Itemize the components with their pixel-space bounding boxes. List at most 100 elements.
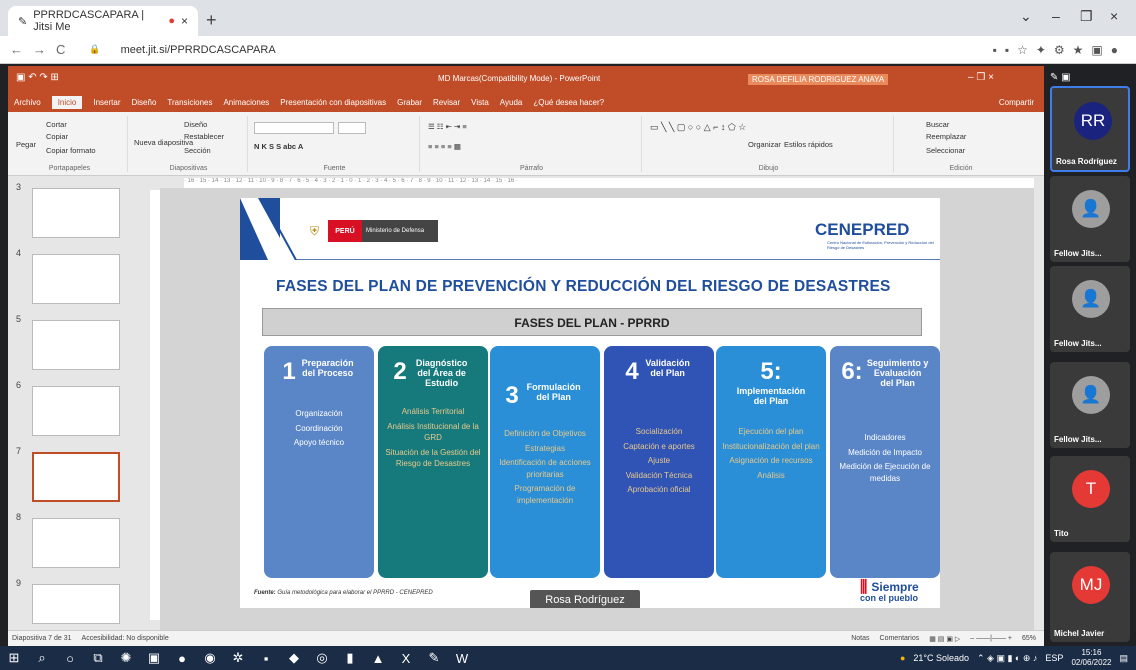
excel-icon[interactable]: X bbox=[392, 651, 420, 666]
app-icon[interactable]: ✲ bbox=[224, 650, 252, 666]
nav-arrows-icon[interactable]: ←→C bbox=[10, 42, 75, 57]
tab-archivo[interactable]: Archivo bbox=[14, 98, 41, 107]
notes-button[interactable]: Notas bbox=[851, 635, 869, 642]
word-icon[interactable]: W bbox=[448, 651, 476, 666]
file-icon[interactable]: ▮ bbox=[336, 650, 364, 666]
slide-thumbnail[interactable] bbox=[32, 584, 120, 624]
copy-button[interactable]: Copiar bbox=[46, 132, 68, 141]
find-button[interactable]: Buscar bbox=[926, 120, 949, 129]
cortana-icon[interactable]: ○ bbox=[56, 651, 84, 666]
group-font: N K S S abc A Fuente bbox=[250, 116, 420, 172]
quick-styles-button[interactable]: Estilos rápidos bbox=[784, 140, 833, 149]
reset-button[interactable]: Restablecer bbox=[184, 132, 224, 141]
tab-presentacion[interactable]: Presentación con diapositivas bbox=[280, 98, 386, 107]
replace-button[interactable]: Reemplazar bbox=[926, 132, 966, 141]
slide-thumbnail-selected[interactable] bbox=[32, 452, 120, 502]
chevron-down-icon[interactable]: ⌄ bbox=[1020, 8, 1032, 25]
close-window-button[interactable]: × bbox=[1110, 8, 1118, 24]
phase-item: Análisis Territorial bbox=[401, 407, 465, 416]
app-icon[interactable]: ▣ bbox=[140, 650, 168, 666]
accessibility-status[interactable]: Accesibilidad: No disponible bbox=[82, 635, 169, 642]
new-tab-button[interactable]: + bbox=[206, 10, 217, 31]
comments-button[interactable]: Comentarios bbox=[880, 635, 920, 642]
thumb-number: 6 bbox=[16, 380, 22, 390]
tab-transiciones[interactable]: Transiciones bbox=[167, 98, 212, 107]
ppt-window-controls[interactable]: – ❐ × bbox=[968, 72, 994, 83]
cut-button[interactable]: Cortar bbox=[46, 120, 67, 129]
slide-thumbnail[interactable] bbox=[32, 320, 120, 370]
search-icon[interactable]: ⌕ bbox=[28, 650, 56, 666]
start-icon[interactable]: ⊞ bbox=[0, 650, 28, 666]
url-field[interactable]: meet.jit.si/PPRRDCASCAPARA bbox=[121, 44, 276, 56]
app-icon[interactable]: ◆ bbox=[280, 650, 308, 666]
participant-tile[interactable]: MJ Michel Javier bbox=[1050, 552, 1130, 642]
browser-tabbar: ✎ PPRRDCASCAPARA | Jitsi Me ● × + ⌄ – ❐ … bbox=[0, 0, 1136, 36]
app-icon[interactable]: ✎ bbox=[420, 650, 448, 666]
notifications-icon[interactable]: ▤ bbox=[1119, 653, 1128, 664]
shapes-gallery[interactable]: ▭ ╲ ╲ ▢ ○ ○ △ ⌐ ↕ ⬠ ☆ bbox=[650, 122, 746, 133]
group-editing: Buscar Reemplazar Seleccionar Edición bbox=[896, 116, 1026, 172]
zoom-level[interactable]: 65% bbox=[1022, 635, 1036, 642]
slide-thumbnail[interactable] bbox=[32, 518, 120, 568]
view-icons[interactable]: ▦ ▤ ▣ ▷ bbox=[929, 635, 960, 643]
participant-tile[interactable]: T Tito bbox=[1050, 456, 1130, 542]
group-label: Dibujo bbox=[758, 165, 779, 172]
tab-vista[interactable]: Vista bbox=[471, 98, 489, 107]
slide-thumbnail[interactable] bbox=[32, 254, 120, 304]
source-label: Fuente: bbox=[254, 590, 276, 596]
quick-access-icons[interactable]: ▣ ↶ ↷ ⊞ bbox=[16, 72, 59, 83]
align-icons[interactable]: ≡ ≡ ≡ ≡ ▦ bbox=[428, 142, 461, 151]
layout-button[interactable]: Diseño bbox=[184, 120, 207, 129]
arrange-button[interactable]: Organizar bbox=[748, 140, 781, 149]
minimize-button[interactable]: – bbox=[1052, 8, 1060, 24]
cenepred-name: CENEPRED bbox=[815, 220, 910, 239]
format-painter-button[interactable]: Copiar formato bbox=[46, 146, 96, 155]
slide-thumbnail[interactable] bbox=[32, 386, 120, 436]
task-view-icon[interactable]: ⧉ bbox=[84, 650, 112, 666]
share-button[interactable]: Compartir bbox=[999, 98, 1034, 107]
app-icon[interactable]: ▪ bbox=[252, 651, 280, 666]
pdf-icon[interactable]: ▲ bbox=[364, 651, 392, 666]
tab-revisar[interactable]: Revisar bbox=[433, 98, 460, 107]
app-icon[interactable]: ◎ bbox=[308, 650, 336, 666]
weather-text[interactable]: 21°C Soleado bbox=[913, 653, 969, 663]
phase-item: Identificación de acciones prioritarias bbox=[499, 458, 591, 479]
tab-close-icon[interactable]: × bbox=[181, 14, 188, 28]
tab-grabar[interactable]: Grabar bbox=[397, 98, 422, 107]
firefox-icon[interactable]: ● bbox=[168, 651, 196, 666]
tab-insertar[interactable]: Insertar bbox=[93, 98, 120, 107]
clock[interactable]: 15:16 02/06/2022 bbox=[1071, 648, 1111, 668]
extensions-icons[interactable]: ▪▪☆✦⚙★▣● bbox=[993, 43, 1126, 57]
pin-icon[interactable]: ✎ ▣ bbox=[1050, 72, 1071, 83]
ppt-titlebar: ▣ ↶ ↷ ⊞ MD Marcas(Compatibility Mode) - … bbox=[8, 66, 1044, 92]
section-button[interactable]: Sección bbox=[184, 146, 211, 155]
thumb-number: 5 bbox=[16, 314, 22, 324]
participant-tile[interactable]: 👤 Fellow Jits... bbox=[1050, 362, 1130, 448]
tab-inicio[interactable]: Inicio bbox=[51, 95, 83, 109]
chrome-icon[interactable]: ◉ bbox=[196, 650, 224, 666]
browser-tab[interactable]: ✎ PPRRDCASCAPARA | Jitsi Me ● × bbox=[8, 6, 198, 36]
participant-tile[interactable]: 👤 Fellow Jits... bbox=[1050, 266, 1130, 352]
tab-animaciones[interactable]: Animaciones bbox=[223, 98, 269, 107]
siempre-text: Siempre bbox=[871, 580, 919, 594]
language-indicator[interactable]: ESP bbox=[1045, 653, 1063, 663]
tray-icons[interactable]: ⌃ ◈ ▣ ▮ ◐ ⊕ ♪ bbox=[977, 653, 1037, 664]
paste-button[interactable]: Pegar bbox=[16, 140, 36, 149]
list-icons[interactable]: ☰ ☷ ⇤ ⇥ ≡ bbox=[428, 122, 467, 131]
font-format-icons[interactable]: N K S S abc A bbox=[254, 142, 303, 151]
participant-tile[interactable]: RR Rosa Rodríguez bbox=[1050, 86, 1130, 172]
tab-diseno[interactable]: Diseño bbox=[132, 98, 157, 107]
phase-card-4: 4 Validación del Plan Socialización Capta… bbox=[604, 346, 714, 578]
font-name-select[interactable] bbox=[254, 122, 334, 134]
tab-ayuda[interactable]: Ayuda bbox=[500, 98, 523, 107]
slide[interactable]: ⛨ PERÚ Ministerio de Defensa CENEPRED Ce… bbox=[240, 198, 940, 608]
app-icon[interactable]: ✺ bbox=[112, 650, 140, 666]
slide-thumbnail[interactable] bbox=[32, 188, 120, 238]
zoom-slider[interactable]: – ——|—— + bbox=[970, 635, 1012, 642]
participant-tile[interactable]: 👤 Fellow Jits... bbox=[1050, 176, 1130, 262]
tell-me-search[interactable]: ¿Qué desea hacer? bbox=[533, 98, 604, 107]
select-button[interactable]: Seleccionar bbox=[926, 146, 965, 155]
maximize-button[interactable]: ❐ bbox=[1080, 8, 1093, 25]
font-size-select[interactable] bbox=[338, 122, 366, 134]
peru-label: PERÚ bbox=[328, 220, 362, 242]
